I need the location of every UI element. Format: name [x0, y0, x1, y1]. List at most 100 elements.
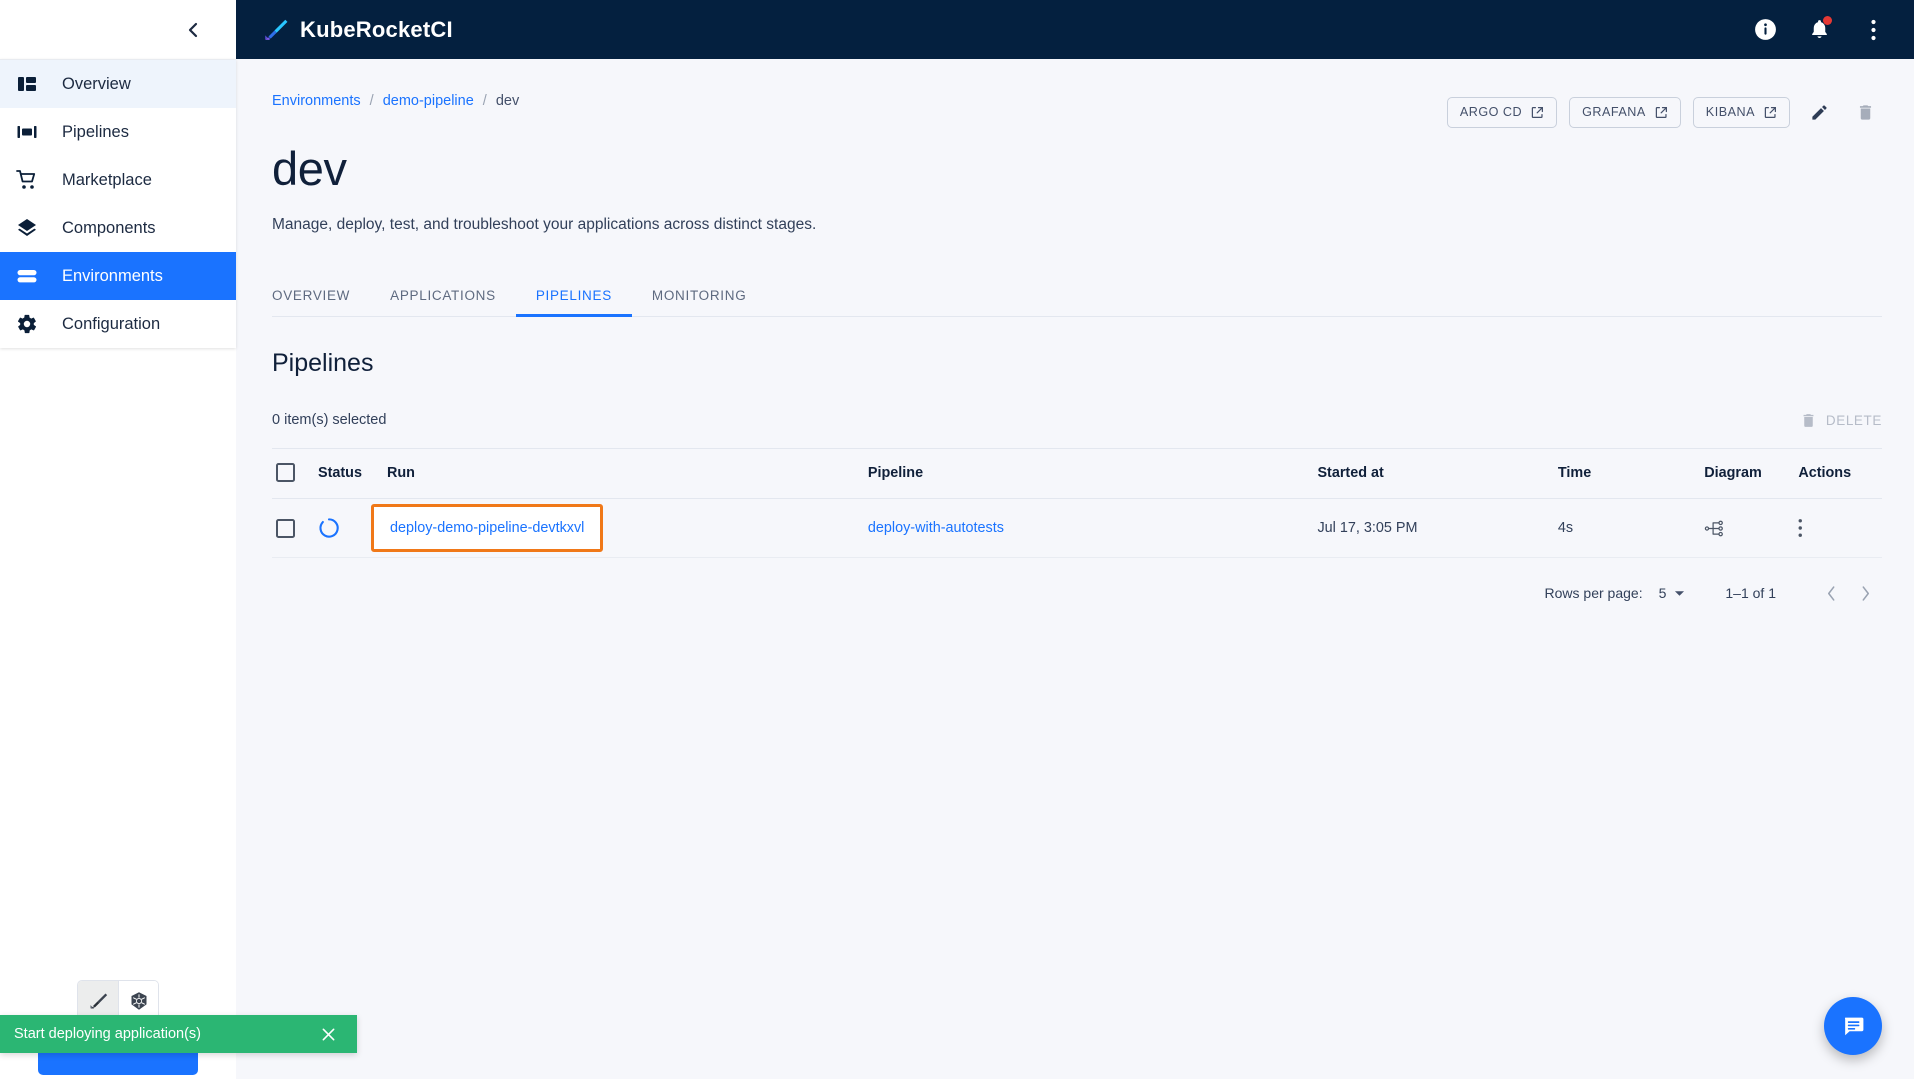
- tab-bar: OVERVIEW APPLICATIONS PIPELINES MONITORI…: [272, 272, 1882, 317]
- trash-icon: [1856, 103, 1875, 122]
- brand-name: KubeRocketCI: [300, 17, 453, 43]
- chevron-left-icon: [1826, 585, 1837, 602]
- select-all-checkbox[interactable]: [276, 463, 295, 482]
- close-icon: [321, 1027, 336, 1042]
- kibana-button[interactable]: KIBANA: [1693, 97, 1790, 128]
- more-vertical-icon: [1871, 19, 1876, 41]
- table-toolbar: 0 item(s) selected DELETE: [272, 392, 1882, 448]
- cart-icon: [14, 167, 40, 193]
- sidebar-item-label: Environments: [62, 267, 163, 286]
- grafana-label: GRAFANA: [1582, 105, 1646, 119]
- sidebar-item-label: Configuration: [62, 315, 160, 334]
- breadcrumb-row: Environments / demo-pipeline / dev ARGO …: [272, 59, 1882, 129]
- notifications-button[interactable]: [1806, 17, 1832, 43]
- table-row: deploy-demo-pipeline-devtkxvl deploy-wit…: [272, 499, 1882, 558]
- breadcrumb-separator: /: [483, 93, 487, 109]
- row-checkbox[interactable]: [276, 519, 295, 538]
- pagination-prev-button[interactable]: [1814, 576, 1848, 610]
- sidebar-item-marketplace[interactable]: Marketplace: [0, 156, 236, 204]
- row-actions-button[interactable]: [1798, 518, 1882, 538]
- sidebar-item-configuration[interactable]: Configuration: [0, 300, 236, 348]
- trash-icon: [1800, 412, 1817, 429]
- diagram-button[interactable]: [1704, 518, 1798, 539]
- grafana-button[interactable]: GRAFANA: [1569, 97, 1681, 128]
- app-root: Overview Pipelines: [0, 0, 1914, 1079]
- loading-spinner-icon: [318, 517, 340, 539]
- row-diagram-cell: [1704, 499, 1798, 558]
- kuberocketci-logo-icon: [262, 17, 288, 43]
- sidebar-item-label: Components: [62, 219, 156, 238]
- kuberocketci-logo-icon: [88, 991, 108, 1011]
- page-subtitle: Manage, deploy, test, and troubleshoot y…: [272, 216, 1882, 234]
- run-link-highlight: deploy-demo-pipeline-devtkxvl: [371, 504, 603, 552]
- pipelines-table: Status Run Pipeline Started at Time Diag…: [272, 448, 1882, 558]
- rows-per-page-label: Rows per page:: [1545, 585, 1643, 601]
- tab-applications[interactable]: APPLICATIONS: [370, 272, 516, 316]
- sidebar-item-label: Pipelines: [62, 123, 129, 142]
- pagination-next-button[interactable]: [1848, 576, 1882, 610]
- tab-pipelines[interactable]: PIPELINES: [516, 272, 632, 316]
- row-select-cell: [272, 499, 318, 558]
- breadcrumb-item-demo-pipeline[interactable]: demo-pipeline: [383, 93, 474, 109]
- more-vertical-icon: [1798, 518, 1803, 538]
- column-actions: Actions: [1798, 449, 1882, 499]
- kibana-label: KIBANA: [1706, 105, 1755, 119]
- info-button[interactable]: [1752, 17, 1778, 43]
- sidebar-header: [0, 0, 236, 59]
- main-area: KubeRocketCI: [236, 0, 1914, 1079]
- info-icon: [1753, 17, 1778, 42]
- sidebar-item-components[interactable]: Components: [0, 204, 236, 252]
- sidebar-item-overview[interactable]: Overview: [0, 60, 236, 108]
- column-status: Status: [318, 449, 387, 499]
- sidebar-item-environments[interactable]: Environments: [0, 252, 236, 300]
- page-title: dev: [272, 141, 1882, 196]
- delete-button[interactable]: [1848, 95, 1882, 129]
- row-started-at: Jul 17, 3:05 PM: [1317, 499, 1557, 558]
- table-header-row: Status Run Pipeline Started at Time Diag…: [272, 449, 1882, 499]
- sidebar-collapse-button[interactable]: [178, 15, 208, 45]
- notification-badge: [1823, 16, 1832, 25]
- gear-icon: [14, 311, 40, 337]
- pipelines-icon: [14, 119, 40, 145]
- toast-close-button[interactable]: [317, 1023, 339, 1045]
- edit-button[interactable]: [1802, 95, 1836, 129]
- rows-per-page-value: 5: [1659, 585, 1667, 601]
- run-link[interactable]: deploy-demo-pipeline-devtkxvl: [390, 520, 584, 536]
- breadcrumb: Environments / demo-pipeline / dev: [272, 93, 519, 109]
- breadcrumb-item-environments[interactable]: Environments: [272, 93, 361, 109]
- argo-cd-button[interactable]: ARGO CD: [1447, 97, 1557, 128]
- kubernetes-logo-icon: [129, 991, 149, 1011]
- topbar-icon-group: [1752, 17, 1886, 43]
- header-action-group: ARGO CD GRAFANA KIBA: [1447, 93, 1882, 129]
- breadcrumb-separator: /: [370, 93, 374, 109]
- bulk-delete-button[interactable]: DELETE: [1800, 412, 1882, 429]
- chevron-left-icon: [186, 20, 200, 40]
- selection-count: 0 item(s) selected: [272, 412, 386, 428]
- column-diagram: Diagram: [1704, 449, 1798, 499]
- column-time: Time: [1558, 449, 1704, 499]
- section-title: Pipelines: [272, 349, 1882, 378]
- sidebar: Overview Pipelines: [0, 0, 236, 1079]
- row-time: 4s: [1558, 499, 1704, 558]
- table-body: deploy-demo-pipeline-devtkxvl deploy-wit…: [272, 499, 1882, 558]
- toast-notification: Start deploying application(s): [0, 1015, 357, 1053]
- hierarchy-diagram-icon: [1704, 518, 1725, 539]
- row-run-cell: deploy-demo-pipeline-devtkxvl: [387, 499, 868, 558]
- topbar-menu-button[interactable]: [1860, 17, 1886, 43]
- pencil-icon: [1810, 103, 1829, 122]
- chevron-down-icon: [1674, 590, 1685, 597]
- brand[interactable]: KubeRocketCI: [262, 17, 453, 43]
- select-all-header: [272, 449, 318, 499]
- toast-message: Start deploying application(s): [14, 1026, 201, 1042]
- environments-icon: [14, 263, 40, 289]
- argo-cd-label: ARGO CD: [1460, 105, 1522, 119]
- tab-monitoring[interactable]: MONITORING: [632, 272, 767, 316]
- sidebar-item-label: Overview: [62, 75, 131, 94]
- rows-per-page-select[interactable]: 5: [1659, 585, 1686, 601]
- pipeline-link[interactable]: deploy-with-autotests: [868, 520, 1004, 536]
- tab-overview[interactable]: OVERVIEW: [272, 272, 370, 316]
- breadcrumb-item-current: dev: [496, 93, 519, 109]
- row-actions-cell: [1798, 499, 1882, 558]
- sidebar-item-pipelines[interactable]: Pipelines: [0, 108, 236, 156]
- feedback-fab-button[interactable]: [1824, 997, 1882, 1055]
